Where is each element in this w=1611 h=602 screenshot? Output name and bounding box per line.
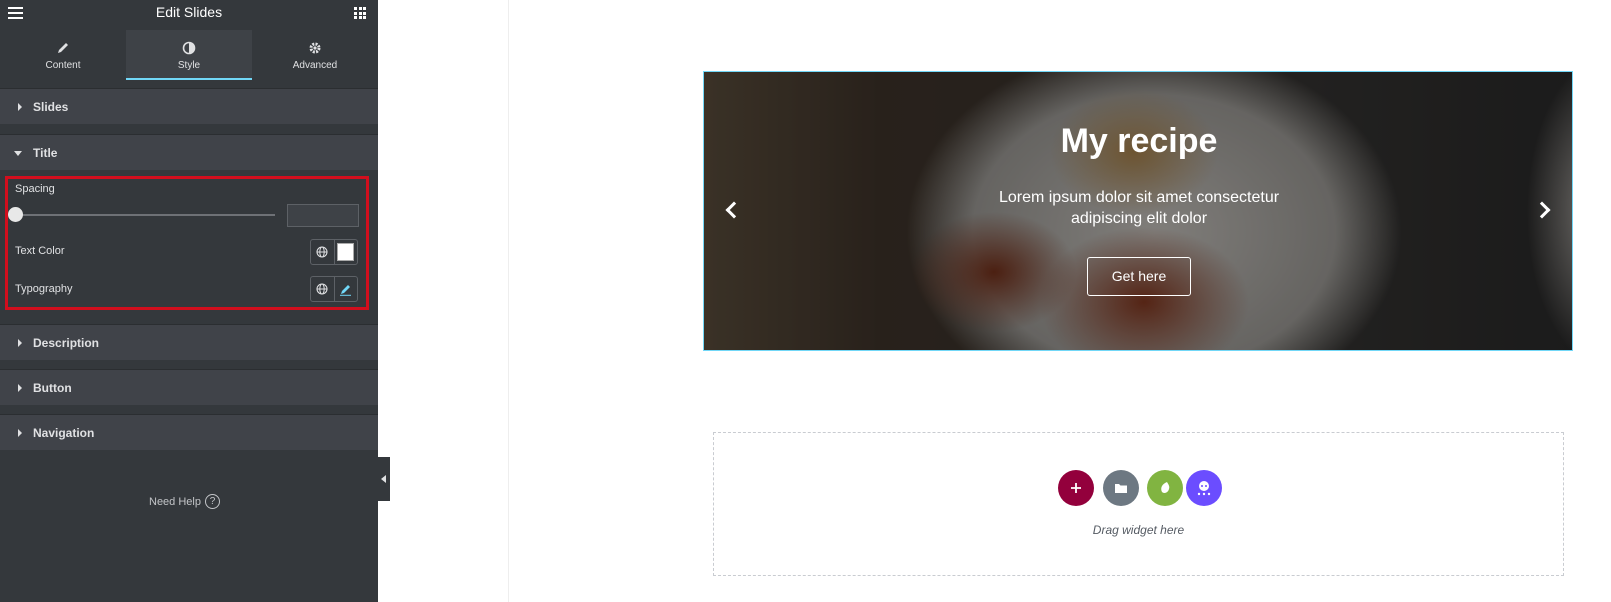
- tab-content[interactable]: Content: [0, 30, 126, 80]
- caret-right-icon: [18, 384, 22, 392]
- section-description-label: Description: [33, 336, 100, 350]
- spacing-input[interactable]: [287, 204, 359, 227]
- panel-header: Edit Slides: [0, 0, 378, 25]
- section-description[interactable]: Description: [0, 324, 378, 360]
- chevron-left-icon: [381, 475, 386, 483]
- gear-icon: [309, 42, 321, 54]
- spacing-slider-track[interactable]: [15, 214, 275, 216]
- drag-widget-hint: Drag widget here: [1092, 523, 1185, 537]
- spacing-label: Spacing: [15, 183, 55, 195]
- typography-control: [310, 276, 358, 302]
- slide-description: Lorem ipsum dolor sit amet consectetur a…: [998, 189, 1280, 227]
- tab-style-label: Style: [177, 60, 201, 71]
- half-circle-icon: [182, 41, 196, 55]
- slide-cta-button[interactable]: Get here: [1087, 257, 1191, 296]
- canvas-divider: [508, 0, 509, 602]
- text-color-control: [310, 239, 358, 265]
- widget-drop-zone[interactable]: [713, 432, 1564, 576]
- ai-robot-icon: [1197, 481, 1211, 496]
- slide-title: My recipe: [1060, 122, 1218, 160]
- global-colors-button[interactable]: [311, 240, 334, 264]
- globe-icon: [316, 283, 329, 295]
- tab-style[interactable]: Style: [126, 30, 252, 80]
- global-fonts-button[interactable]: [311, 277, 334, 301]
- envato-leaf-icon: [1161, 482, 1170, 493]
- envato-kit-button[interactable]: [1147, 470, 1183, 506]
- caret-right-icon: [18, 103, 22, 111]
- panel-title: Edit Slides: [155, 4, 223, 20]
- widgets-grid-icon[interactable]: [354, 7, 366, 19]
- collapse-panel-button[interactable]: [378, 457, 390, 501]
- tab-advanced[interactable]: Advanced: [252, 30, 378, 80]
- plus-icon: [1071, 483, 1081, 493]
- caret-right-icon: [18, 339, 22, 347]
- editor-panel: Edit Slides Content Style Advanced Slide…: [0, 0, 378, 602]
- tab-advanced-label: Advanced: [292, 60, 338, 71]
- spacing-slider-handle[interactable]: [8, 207, 23, 222]
- section-title-label: Title: [33, 146, 58, 160]
- slide-widget[interactable]: My recipe Lorem ipsum dolor sit amet con…: [703, 71, 1573, 351]
- text-color-label: Text Color: [15, 245, 65, 257]
- question-circle-icon[interactable]: ?: [205, 494, 220, 509]
- tab-content-label: Content: [45, 60, 81, 71]
- section-button[interactable]: Button: [0, 369, 378, 405]
- caret-down-icon: [14, 151, 22, 156]
- caret-right-icon: [18, 429, 22, 437]
- panel-tabs: Content Style Advanced: [0, 30, 378, 80]
- ai-assistant-button[interactable]: [1186, 470, 1222, 506]
- color-swatch: [337, 243, 355, 261]
- section-button-label: Button: [33, 381, 72, 395]
- section-slides[interactable]: Slides: [0, 88, 378, 124]
- section-navigation[interactable]: Navigation: [0, 414, 378, 450]
- section-slides-label: Slides: [33, 100, 69, 114]
- typography-label: Typography: [15, 283, 73, 295]
- color-picker-button[interactable]: [333, 240, 357, 264]
- add-template-button[interactable]: [1103, 470, 1139, 506]
- section-title[interactable]: Title: [0, 134, 378, 170]
- globe-icon: [316, 246, 329, 258]
- need-help-link[interactable]: Need Help: [149, 496, 201, 508]
- edit-typography-button[interactable]: [333, 277, 357, 301]
- section-navigation-label: Navigation: [33, 426, 95, 440]
- add-section-button[interactable]: [1058, 470, 1094, 506]
- pencil-icon: [340, 284, 352, 296]
- pencil-icon: [58, 43, 68, 53]
- folder-icon: [1115, 484, 1127, 493]
